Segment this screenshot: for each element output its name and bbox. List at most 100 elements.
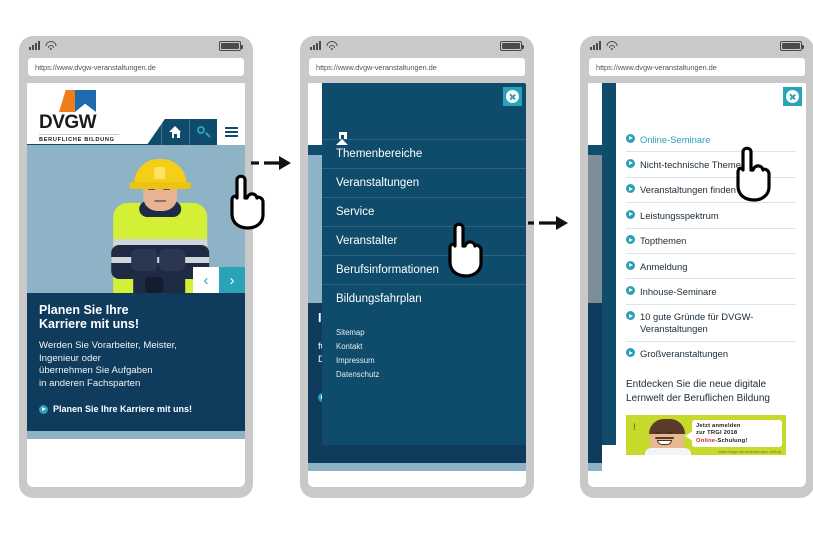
screenshot-stage: https://www.dvgw-veranstaltungen.de DVGW…	[0, 0, 813, 543]
footer-link-sitemap[interactable]: Sitemap	[336, 325, 512, 339]
phone-mockup-2: https://www.dvgw-veranstaltungen.de I fü…	[300, 36, 534, 498]
arrow-bullet-icon	[39, 404, 48, 414]
menu-item-bildungsfahrplan[interactable]: Bildungsfahrplan	[322, 284, 526, 313]
menu-item-veranstaltungen[interactable]: Veranstaltungen	[322, 168, 526, 197]
teaser-link-label: Planen Sie Ihre Karriere mit uns!	[53, 404, 193, 415]
submenu-item-anmeldung[interactable]: Anmeldung	[626, 254, 796, 280]
menu-item-service[interactable]: Service	[322, 197, 526, 226]
status-bar-1	[19, 36, 253, 58]
promo-banner[interactable]: ! Jetzt anmelden zur TRGI 2018 Online-Sc…	[626, 415, 786, 456]
teaser-heading-line1: Planen Sie Ihre	[39, 303, 129, 317]
menu-close-button[interactable]	[503, 87, 522, 106]
site-header-1: DVGW BERUFLICHE BILDUNG	[27, 83, 245, 151]
banner-line1: Jetzt anmelden	[696, 423, 741, 430]
arrow-bullet-icon	[626, 285, 635, 295]
arrow-bullet-icon	[626, 158, 635, 168]
phone-mockup-3: https://www.dvgw-veranstaltungen.de Onli…	[580, 36, 813, 498]
submenu-item-10-gute-gruende[interactable]: 10 gute Gründe für DVGW-Veranstaltungen	[626, 305, 796, 342]
url-bar-2[interactable]: https://www.dvgw-veranstaltungen.de	[309, 58, 525, 76]
url-bar-1[interactable]: https://www.dvgw-veranstaltungen.de	[28, 58, 244, 76]
submenu-label: Inhouse-Seminare	[640, 285, 717, 297]
submenu-label: Topthemen	[640, 235, 687, 247]
site-screen-3: Online-Seminare Nicht-technische Themen …	[588, 83, 806, 487]
arrow-bullet-icon	[626, 184, 635, 194]
site-screen-2: I fü D Themenbereiche Veran	[308, 83, 526, 487]
submenu-item-inhouse-seminare[interactable]: Inhouse-Seminare	[626, 279, 796, 305]
footer-link-kontakt[interactable]: Kontakt	[336, 339, 512, 353]
footer-link-datenschutz[interactable]: Datenschutz	[336, 367, 512, 381]
teaser-block-1: Planen Sie Ihre Karriere mit uns! Werden…	[27, 293, 245, 431]
wifi-icon	[326, 41, 337, 50]
arrow-bullet-icon	[626, 311, 635, 321]
submenu-item-grossveranstaltungen[interactable]: Großveranstaltungen	[626, 342, 796, 366]
promo-heading-line2: Lernwelt der Beruflichen Bildung	[626, 393, 770, 405]
close-icon	[506, 90, 519, 103]
dvgw-logo-mark-icon	[59, 90, 109, 112]
menu-item-list: Themenbereiche Veranstaltungen Service V…	[322, 139, 526, 313]
arrow-bullet-icon	[626, 235, 635, 245]
teaser-body-line4: in anderen Fachsparten	[39, 377, 141, 389]
banner-line2: zur TRGI 2018	[696, 430, 738, 437]
submenu-close-button[interactable]	[783, 87, 802, 106]
home-button[interactable]	[161, 119, 189, 145]
arrow-bullet-icon	[626, 260, 635, 270]
status-left-3	[590, 41, 617, 50]
teaser-body: Werden Sie Vorarbeiter, Meister, Ingenie…	[39, 340, 233, 390]
battery-icon	[500, 41, 525, 51]
navbar-buttons	[161, 119, 245, 145]
banner-line3-rest: -Schulung!	[715, 437, 748, 444]
hero-next-button[interactable]: ›	[219, 267, 245, 293]
url-text-3: https://www.dvgw-veranstaltungen.de	[596, 62, 717, 72]
url-bar-3[interactable]: https://www.dvgw-veranstaltungen.de	[589, 58, 805, 76]
submenu-panel: Online-Seminare Nicht-technische Themen …	[602, 83, 806, 456]
search-button[interactable]	[189, 119, 217, 145]
hero-slider: ‹ ›	[27, 145, 245, 293]
menu-home-link[interactable]	[322, 83, 526, 145]
teaser-link[interactable]: Planen Sie Ihre Karriere mit uns!	[39, 404, 233, 414]
hamburger-menu-icon	[224, 127, 238, 137]
hamburger-menu-button[interactable]	[217, 119, 245, 145]
banner-exclamation: !	[633, 422, 636, 433]
teaser-footer-band	[27, 431, 245, 439]
submenu-body: Online-Seminare Nicht-technische Themen …	[626, 83, 806, 456]
promo-heading-line1: Entdecken Sie die neue digitale	[626, 379, 767, 391]
pointing-hand-cursor-3	[728, 140, 772, 202]
arrow-bullet-icon	[626, 209, 635, 219]
banner-line3: Online-Schulung!	[696, 438, 778, 445]
teaser-body-line3: übernehmen Sie Aufgaben	[39, 365, 153, 377]
menu-item-themenbereiche[interactable]: Themenbereiche	[322, 139, 526, 168]
wifi-icon	[606, 41, 617, 50]
flow-arrow-1-icon	[250, 152, 294, 179]
submenu-item-leistungsspektrum[interactable]: Leistungsspektrum	[626, 203, 796, 229]
flow-arrow-2-icon	[527, 212, 571, 239]
menu-item-veranstalter[interactable]: Veranstalter	[322, 226, 526, 255]
arrow-bullet-icon	[626, 348, 635, 358]
submenu-label: Online-Seminare	[640, 133, 711, 145]
teaser-body-line1: Werden Sie Vorarbeiter, Meister,	[39, 340, 177, 351]
submenu-left-rail	[602, 83, 616, 445]
status-bar-2	[300, 36, 534, 58]
menu-footer-links: Sitemap Kontakt Impressum Datenschutz	[322, 313, 526, 381]
signal-bars-icon	[310, 41, 321, 50]
menu-item-berufsinformationen[interactable]: Berufsinformationen	[322, 255, 526, 284]
hero-arrow-controls: ‹ ›	[193, 267, 245, 293]
submenu-item-topthemen[interactable]: Topthemen	[626, 229, 796, 255]
mobile-menu-panel: Themenbereiche Veranstaltungen Service V…	[322, 83, 526, 445]
submenu-label: 10 gute Gründe für DVGW-Veranstaltungen	[640, 311, 754, 334]
submenu-label: Großveranstaltungen	[640, 348, 729, 360]
hero-prev-button[interactable]: ‹	[193, 267, 219, 293]
teaser-heading: Planen Sie Ihre Karriere mit uns!	[39, 303, 233, 331]
close-icon	[786, 90, 799, 103]
battery-icon	[780, 41, 805, 51]
teaser-body-line2: Ingenieur oder	[39, 352, 101, 364]
footer-link-impressum[interactable]: Impressum	[336, 353, 512, 367]
banner-line3-highlight: Online	[696, 437, 716, 444]
banner-person-illustration	[645, 419, 691, 456]
banner-speech-bubble: Jetzt anmelden zur TRGI 2018 Online-Schu…	[685, 420, 782, 448]
status-left-1	[29, 41, 56, 50]
site-screen-1: DVGW BERUFLICHE BILDUNG ‹ › Planen Sie I…	[27, 83, 245, 487]
phone-mockup-1: https://www.dvgw-veranstaltungen.de DVGW…	[19, 36, 253, 498]
url-text-2: https://www.dvgw-veranstaltungen.de	[316, 62, 437, 72]
status-left-2	[310, 41, 337, 50]
bg-heading-2: I	[318, 311, 322, 325]
